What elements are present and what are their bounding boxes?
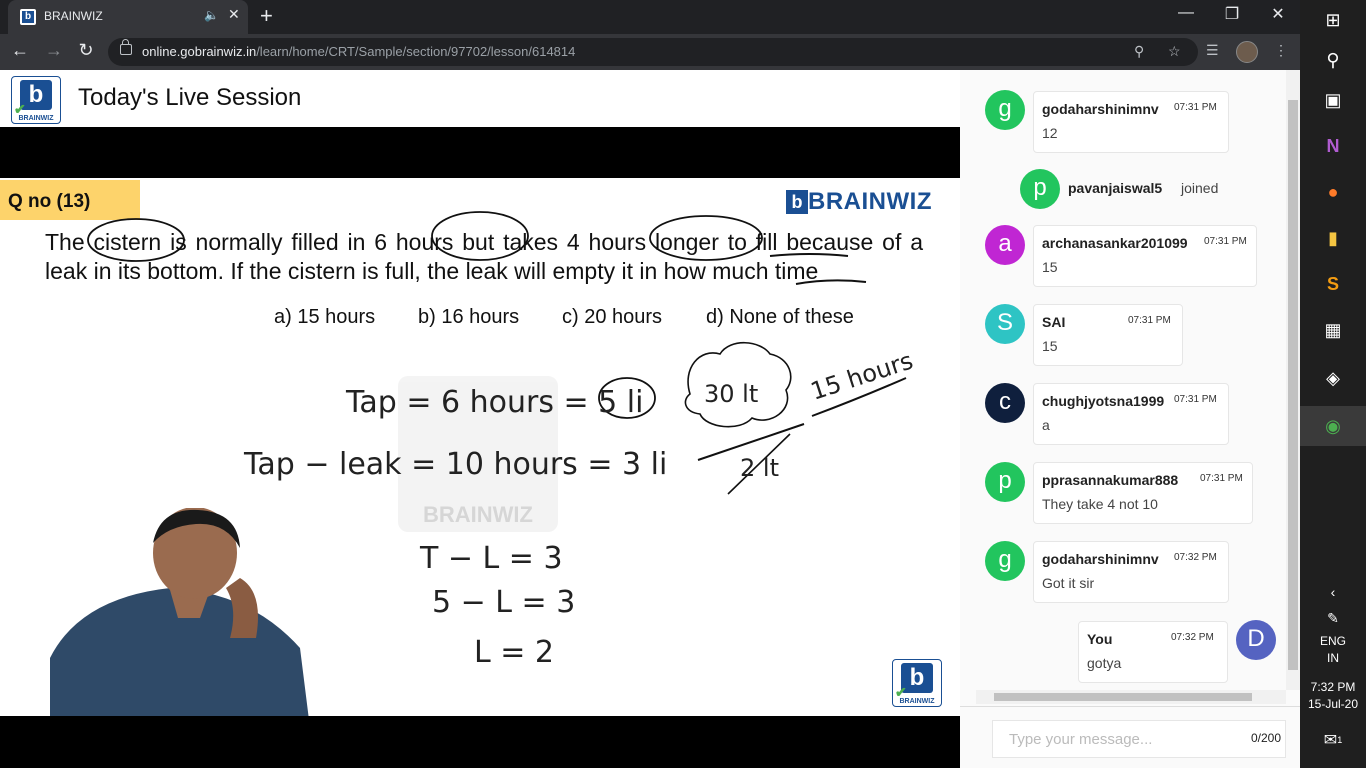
sender-name: pprasannakumar888 bbox=[1042, 472, 1179, 488]
message-time: 07:31 PM bbox=[1204, 236, 1247, 247]
task-view-icon[interactable]: ▣ bbox=[1300, 80, 1366, 120]
browser-tab[interactable]: b BRAINWIZ 🔈 ✕ bbox=[8, 0, 248, 34]
chat-avatar: a bbox=[985, 225, 1025, 265]
speaker-icon[interactable]: 🔈 bbox=[204, 8, 219, 22]
chat-avatar: g bbox=[985, 90, 1025, 130]
more-menu-icon[interactable]: ⋮ bbox=[1274, 42, 1288, 59]
hw-eq1: T − L = 3 bbox=[419, 541, 563, 576]
video-player[interactable]: Q no (13) b BRAINWIZ The cistern is norma… bbox=[0, 127, 960, 768]
close-tab-icon[interactable]: ✕ bbox=[228, 6, 240, 23]
chat-divider bbox=[960, 706, 1300, 707]
sender-name: SAI bbox=[1042, 314, 1066, 330]
pen-icon[interactable]: ✎ bbox=[1300, 598, 1366, 638]
corner-brainwiz-logo: b ✔ BRAINWIZ bbox=[892, 659, 942, 707]
media-queue-icon[interactable]: ☰ bbox=[1206, 42, 1219, 59]
maximize-icon[interactable]: ❐ bbox=[1212, 4, 1252, 24]
back-icon[interactable]: ← bbox=[8, 40, 32, 61]
chat-message: godaharshinimnv 07:31 PM 12 bbox=[1033, 91, 1229, 153]
chat-scrollbar-horizontal[interactable] bbox=[976, 690, 1286, 704]
clock-date[interactable]: 15-Jul-20 bbox=[1300, 697, 1366, 711]
site-header: b ✔ BRAINWIZ Today's Live Session bbox=[0, 70, 960, 127]
message-text: Got it sir bbox=[1042, 575, 1095, 591]
file-explorer-icon[interactable]: ▮ bbox=[1300, 218, 1366, 258]
chat-scrollbar-vertical[interactable] bbox=[1286, 70, 1300, 690]
chat-avatar: c bbox=[985, 383, 1025, 423]
message-time: 07:31 PM bbox=[1200, 473, 1243, 484]
chat-message-self: You 07:32 PM gotya bbox=[1078, 621, 1228, 683]
recorder-icon[interactable]: ◈ bbox=[1300, 358, 1366, 398]
message-text: 12 bbox=[1042, 125, 1058, 141]
browser-toolbar: ← → ↻ online.gobrainwiz.in/learn/home/CR… bbox=[0, 34, 1300, 70]
chat-avatar: p bbox=[1020, 169, 1060, 209]
address-bar[interactable]: online.gobrainwiz.in/learn/home/CRT/Samp… bbox=[108, 38, 1198, 66]
tab-title: BRAINWIZ bbox=[44, 9, 103, 23]
sender-name: godaharshinimnv bbox=[1042, 551, 1159, 567]
chat-message: chughjyotsna1999 07:31 PM a bbox=[1033, 383, 1229, 445]
message-time: 07:31 PM bbox=[1128, 315, 1171, 326]
language-region[interactable]: IN bbox=[1300, 651, 1366, 665]
presenter-video bbox=[50, 508, 309, 716]
browser-tabbar: b BRAINWIZ 🔈 ✕ + — ❐ ✕ bbox=[0, 0, 1300, 34]
windows-taskbar: ⊞ ⚲ ▣ N ● ▮ S ▦ ◈ ◉ ‹ ✎ ENG IN 7:32 PM 1… bbox=[1300, 0, 1366, 768]
brainwiz-logo[interactable]: b ✔ BRAINWIZ bbox=[11, 76, 61, 124]
chat-avatar: S bbox=[985, 304, 1025, 344]
onenote-icon[interactable]: N bbox=[1300, 126, 1366, 166]
chat-message-input[interactable] bbox=[993, 721, 1251, 757]
chat-message: archanasankar201099 07:31 PM 15 bbox=[1033, 225, 1257, 287]
hw-line1: Tap = 6 hours = 5 li bbox=[345, 385, 643, 420]
chat-message: pprasannakumar888 07:31 PM They take 4 n… bbox=[1033, 462, 1253, 524]
hw-line2: Tap − leak = 10 hours = 3 li bbox=[243, 447, 667, 482]
firefox-icon[interactable]: ● bbox=[1300, 172, 1366, 212]
hw-eq3: L = 2 bbox=[474, 635, 554, 670]
new-tab-button[interactable]: + bbox=[260, 3, 273, 29]
star-icon[interactable]: ☆ bbox=[1168, 43, 1181, 60]
page-title: Today's Live Session bbox=[78, 84, 302, 111]
chrome-icon[interactable]: ◉ bbox=[1300, 406, 1366, 446]
message-text: a bbox=[1042, 417, 1050, 433]
sender-name: chughjyotsna1999 bbox=[1042, 393, 1165, 409]
key-icon[interactable]: ⚲ bbox=[1134, 43, 1144, 60]
chat-avatar: g bbox=[985, 541, 1025, 581]
hw-cloud: 30 lt bbox=[704, 380, 758, 408]
message-time: 07:31 PM bbox=[1174, 394, 1217, 405]
sender-name: You bbox=[1087, 631, 1113, 647]
lesson-slide: Q no (13) b BRAINWIZ The cistern is norma… bbox=[0, 178, 960, 716]
char-counter: 0/200 bbox=[1250, 731, 1281, 745]
message-text: 15 bbox=[1042, 338, 1058, 354]
reload-icon[interactable]: ↻ bbox=[74, 40, 98, 61]
windows-start-icon[interactable]: ⊞ bbox=[1300, 0, 1366, 40]
clock-time[interactable]: 7:32 PM bbox=[1300, 680, 1366, 694]
lock-icon bbox=[120, 39, 132, 55]
message-time: 07:32 PM bbox=[1174, 552, 1217, 563]
hw-denominator: 2 lt bbox=[740, 454, 779, 482]
hw-eq2: 5 − L = 3 bbox=[432, 585, 575, 620]
message-text: gotya bbox=[1087, 655, 1122, 671]
language-code[interactable]: ENG bbox=[1300, 634, 1366, 648]
chat-message: godaharshinimnv 07:32 PM Got it sir bbox=[1033, 541, 1229, 603]
message-time: 07:32 PM bbox=[1171, 632, 1214, 643]
forward-icon[interactable]: → bbox=[42, 40, 66, 61]
brainwiz-favicon-icon: b bbox=[20, 9, 36, 25]
message-text: They take 4 not 10 bbox=[1042, 496, 1158, 512]
sender-name: godaharshinimnv bbox=[1042, 101, 1159, 117]
chat-input-box: 0/200 bbox=[992, 720, 1286, 758]
search-icon[interactable]: ⚲ bbox=[1300, 40, 1366, 80]
notification-icon[interactable]: ✉ 1 bbox=[1300, 720, 1366, 760]
joined-user: pavanjaiswal5 bbox=[1068, 180, 1163, 196]
sublime-icon[interactable]: S bbox=[1300, 264, 1366, 304]
chat-avatar-self: D bbox=[1236, 620, 1276, 660]
message-time: 07:31 PM bbox=[1174, 102, 1217, 113]
message-text: 15 bbox=[1042, 259, 1058, 275]
close-window-icon[interactable]: ✕ bbox=[1258, 4, 1298, 24]
chat-avatar: p bbox=[985, 462, 1025, 502]
notification-count: 1 bbox=[1337, 735, 1343, 745]
joined-label: joined bbox=[1181, 180, 1219, 196]
minimize-icon[interactable]: — bbox=[1166, 4, 1206, 22]
chat-message: SAI 07:31 PM 15 bbox=[1033, 304, 1183, 366]
sender-name: archanasankar201099 bbox=[1042, 235, 1188, 251]
profile-avatar[interactable] bbox=[1236, 41, 1258, 63]
calculator-icon[interactable]: ▦ bbox=[1300, 310, 1366, 350]
url-text: online.gobrainwiz.in/learn/home/CRT/Samp… bbox=[142, 44, 576, 59]
page: b ✔ BRAINWIZ Today's Live Session Q no (… bbox=[0, 70, 1300, 768]
